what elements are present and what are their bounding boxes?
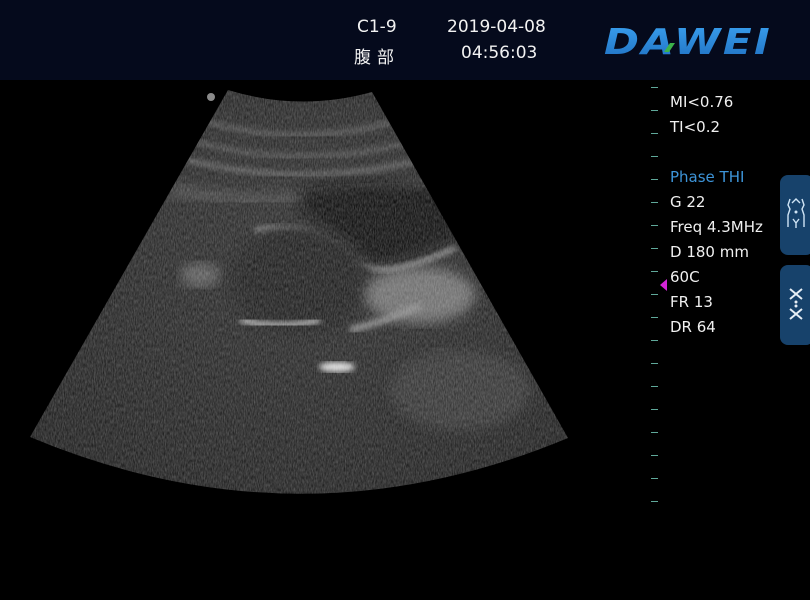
depth-tick <box>651 478 658 479</box>
depth-tick <box>651 133 658 134</box>
mi-value: MI<0.76 <box>670 93 734 111</box>
time-label: 04:56:03 <box>461 43 538 63</box>
brand-logo: DAWEI <box>604 22 772 60</box>
depth-value: D 180 mm <box>670 243 749 261</box>
sector-scan <box>30 90 568 494</box>
imaging-mode: Phase THI <box>670 168 745 186</box>
depth-tick <box>651 248 658 249</box>
depth-tick <box>651 225 658 226</box>
depth-tick <box>651 501 658 502</box>
measure-icon <box>789 288 803 320</box>
sector-content <box>30 90 568 494</box>
depth-tick <box>651 87 658 88</box>
depth-tick <box>651 432 658 433</box>
frequency-value: Freq 4.3MHz <box>670 218 763 236</box>
probe-label: C1-9 <box>357 17 397 37</box>
depth-tick <box>651 294 658 295</box>
depth-tick <box>651 110 658 111</box>
depth-tick <box>651 156 658 157</box>
exam-preset-label: 腹部 <box>354 48 400 68</box>
gain-value: G 22 <box>670 193 706 211</box>
depth-tick <box>651 317 658 318</box>
ultrasound-image[interactable] <box>0 80 640 600</box>
orientation-marker <box>207 93 215 101</box>
depth-tick <box>651 179 658 180</box>
ti-value: TI<0.2 <box>670 118 721 136</box>
depth-tick <box>651 409 658 410</box>
brand-text: DAWEI <box>604 22 772 60</box>
depth-scale <box>651 80 661 520</box>
measure-button[interactable] <box>780 265 810 345</box>
depth-tick <box>651 455 658 456</box>
date-label: 2019-04-08 <box>447 17 546 37</box>
depth-tick <box>651 340 658 341</box>
focus-marker[interactable] <box>660 279 667 291</box>
depth-tick <box>651 386 658 387</box>
depth-tick <box>651 202 658 203</box>
map-value: 60C <box>670 268 700 286</box>
body-mark-button[interactable] <box>780 175 810 255</box>
parameter-panel: MI<0.76 TI<0.2 Phase THI G 22 Freq 4.3MH… <box>670 90 763 340</box>
body-mark-icon <box>787 198 805 228</box>
depth-tick <box>651 363 658 364</box>
dynamic-range-value: DR 64 <box>670 318 716 336</box>
top-bar: C1-9 腹部 2019-04-08 04:56:03 DAWEI <box>0 0 810 80</box>
frame-rate-value: FR 13 <box>670 293 713 311</box>
depth-tick <box>651 271 658 272</box>
